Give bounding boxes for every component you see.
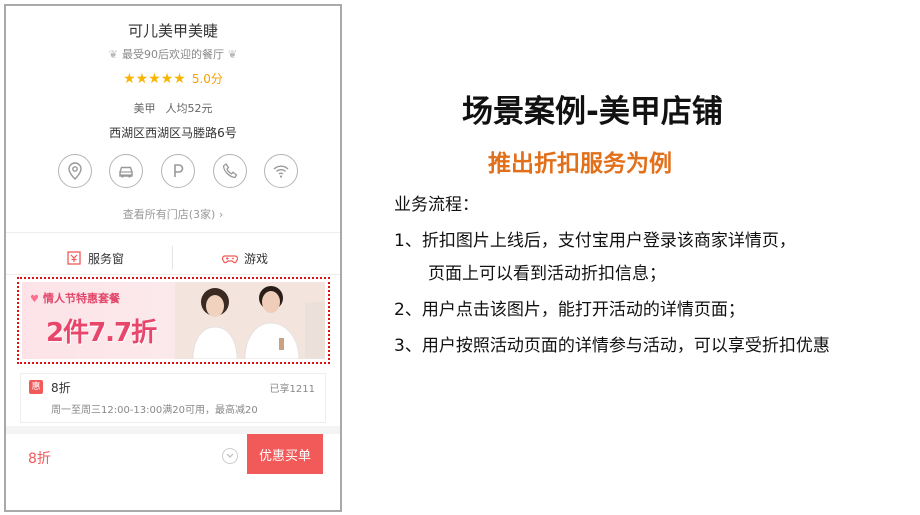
star-icons: ★★★★★: [123, 71, 186, 87]
slogan-text: 最受90后欢迎的餐厅: [122, 48, 224, 61]
flow-step-1-continued: 页面上可以看到活动折扣信息；: [428, 264, 666, 284]
coupon-discount: 8折: [51, 381, 71, 395]
menu-games[interactable]: 游戏: [222, 242, 268, 274]
service-window-icon: [67, 251, 81, 265]
coupon-redeemed-count: 已享1211: [269, 384, 315, 395]
phone-icon[interactable]: [213, 154, 247, 188]
chevron-down-icon[interactable]: [222, 448, 238, 464]
shop-meta: 美甲 人均52元: [6, 100, 340, 116]
flow-step-1: 1、折扣图片上线后，支付宝用户登录该商家详情页，: [394, 231, 796, 251]
section-divider: [6, 232, 340, 233]
couple-photo: [175, 282, 325, 359]
coupon-description: 周一至周三12:00-13:00满20可用，最高减20: [51, 405, 258, 416]
location-icon[interactable]: [58, 154, 92, 188]
wifi-icon[interactable]: [264, 154, 298, 188]
avg-price: 人均52元: [165, 102, 213, 115]
menu-games-label: 游戏: [244, 251, 269, 266]
heart-icon: ♥: [30, 294, 39, 305]
flow-step-2: 2、用户点击该图片，能打开活动的详情页面；: [394, 300, 745, 320]
discount-badge: 惠: [29, 380, 43, 394]
slide-subtitle: 推出折扣服务为例: [488, 151, 672, 177]
banner-headline: 2件7.7折: [46, 318, 157, 348]
banner-subtitle: ♥ 情人节特惠套餐: [30, 290, 120, 306]
all-stores-link[interactable]: 查看所有门店(3家) ›: [6, 206, 340, 222]
laurel-right-icon: ❦: [228, 48, 238, 61]
rating-score: 5.0分: [191, 72, 223, 86]
shop-address[interactable]: 西湖区西湖区马塍路6号: [6, 124, 340, 141]
bottom-discount: 8折: [28, 451, 51, 467]
menu-service-window[interactable]: 服务窗: [66, 242, 124, 274]
rating: ★★★★★ 5.0分: [6, 70, 340, 87]
phone-mockup: 可儿美甲美睫 ❦ 最受90后欢迎的餐厅 ❦ ★★★★★ 5.0分 美甲 人均52元 西湖…: [4, 4, 342, 512]
section-spacer: [6, 426, 340, 434]
slide-title: 场景案例-美甲店铺: [462, 94, 723, 130]
shop-name: 可儿美甲美睫: [127, 22, 218, 40]
coupon-card[interactable]: 惠 8折 已享1211 周一至周三12:00-13:00满20可用，最高减20: [20, 373, 326, 423]
shop-slogan: ❦ 最受90后欢迎的餐厅 ❦: [6, 46, 340, 62]
car-icon[interactable]: [109, 154, 143, 188]
shop-category: 美甲: [133, 102, 156, 115]
parking-icon[interactable]: [161, 154, 195, 188]
banner-subtitle-text: 情人节特惠套餐: [42, 292, 120, 305]
promo-banner-highlight: ♥ 情人节特惠套餐 2件7.7折: [17, 277, 330, 364]
menu-service-window-label: 服务窗: [88, 251, 125, 266]
flow-step-3: 3、用户按照活动页面的详情参与活动，可以享受折扣优惠: [394, 336, 830, 356]
buy-button[interactable]: 优惠买单: [247, 434, 323, 474]
gamepad-icon: [222, 255, 238, 264]
menu-row: 服务窗 游戏: [6, 242, 340, 274]
laurel-left-icon: ❦: [108, 48, 118, 61]
section-divider: [6, 274, 340, 275]
service-icon-row: [58, 154, 298, 190]
promo-banner[interactable]: ♥ 情人节特惠套餐 2件7.7折: [22, 282, 325, 359]
menu-separator: [172, 246, 173, 270]
bottom-bar: 8折 优惠买单: [6, 434, 340, 478]
flow-heading: 业务流程：: [394, 195, 479, 215]
